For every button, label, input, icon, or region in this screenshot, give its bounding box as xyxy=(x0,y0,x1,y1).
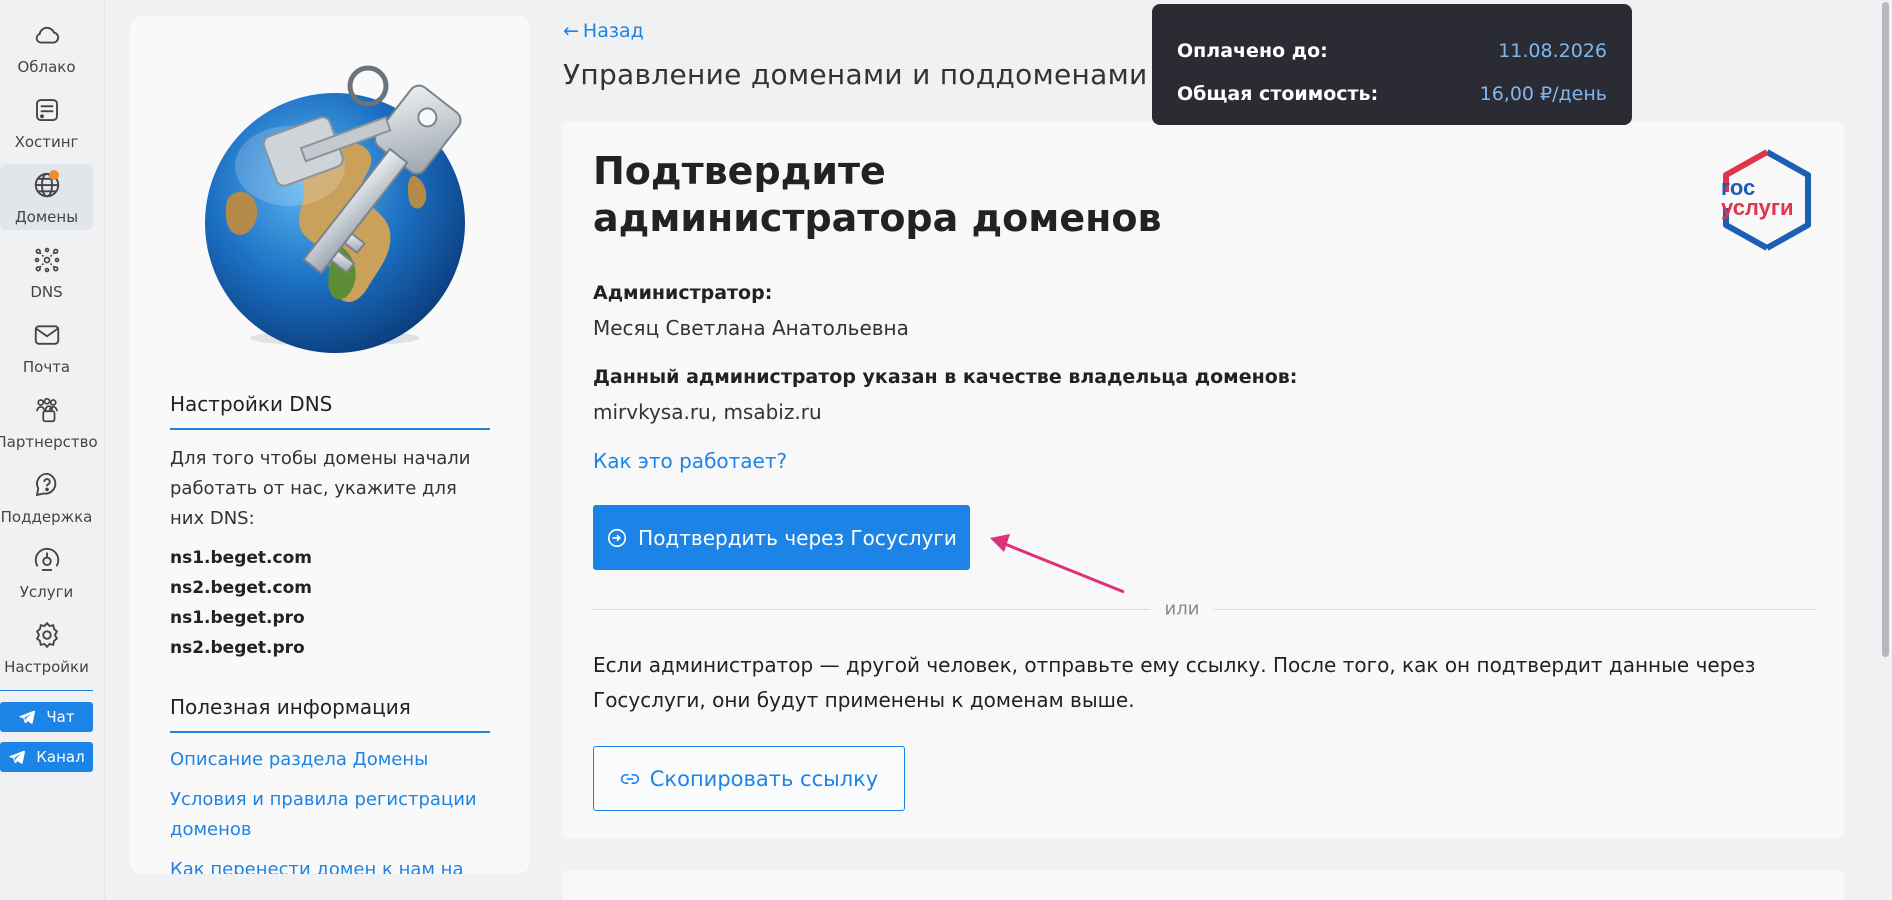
admin-name: Месяц Светлана Анатольевна xyxy=(593,316,909,340)
nav-item-dns[interactable]: DNS xyxy=(0,239,93,305)
nav-item-mail[interactable]: Почта xyxy=(0,314,93,380)
scrollbar-thumb[interactable] xyxy=(1882,2,1889,657)
admin-label: Администратор: xyxy=(593,282,773,304)
paid-until-label: Оплачено до: xyxy=(1177,40,1328,62)
nav-item-cloud[interactable]: Облако xyxy=(0,14,93,80)
pointer-arrow xyxy=(990,534,1125,594)
nav-item-domains[interactable]: Домены xyxy=(0,164,93,230)
channel-button[interactable]: Канал xyxy=(0,742,93,772)
send-link-paragraph: Если администратор — другой человек, отп… xyxy=(593,653,1756,712)
total-cost-label: Общая стоимость: xyxy=(1177,83,1379,105)
telegram-icon xyxy=(9,750,26,764)
channel-label: Канал xyxy=(36,748,85,766)
card-title: Подтвердите администратора доменов xyxy=(593,148,1162,242)
server-icon xyxy=(35,99,58,121)
ns-record: ns2.beget.com xyxy=(170,578,312,598)
network-icon xyxy=(34,247,59,273)
arrow-left-icon: ← xyxy=(563,20,579,42)
paid-until-row: Оплачено до: 11.08.2026 xyxy=(1177,30,1607,73)
chat-button[interactable]: Чат xyxy=(0,702,93,732)
total-cost-row: Общая стоимость: 16,00 ₽/день xyxy=(1177,73,1607,116)
ns-record: ns2.beget.pro xyxy=(170,638,305,658)
next-card xyxy=(562,870,1844,900)
page-title: Управление доменами и поддоменами xyxy=(563,58,1148,91)
dns-settings-text: Для того чтобы домены начали работать от… xyxy=(170,448,471,529)
nav-item-hosting[interactable]: Хостинг xyxy=(0,89,93,155)
nav-label: DNS xyxy=(30,283,63,301)
mail-icon xyxy=(34,325,59,345)
total-cost-value: 16,00 ₽/день xyxy=(1479,83,1607,105)
nav-divider xyxy=(0,690,93,691)
nav-label: Услуги xyxy=(19,583,74,601)
info-link-transfer-domain[interactable]: Как перенести домен к нам на xyxy=(170,855,490,874)
paid-until-value: 11.08.2026 xyxy=(1498,40,1607,62)
or-divider-left xyxy=(593,609,1168,610)
telegram-icon xyxy=(19,710,36,724)
notification-dot xyxy=(49,170,59,180)
confirm-gosuslugi-button[interactable]: Подтвердить через Госуслуги xyxy=(593,505,970,570)
main-nav: Облако Хостинг Домены DNS Почта Партнерс… xyxy=(0,0,105,900)
ns-record: ns1.beget.pro xyxy=(170,608,305,628)
domains-list: mirvkysa.ru, msabiz.ru xyxy=(593,400,822,424)
confirm-gosuslugi-label: Подтвердить через Госуслуги xyxy=(638,525,957,550)
copy-link-label: Скопировать ссылку xyxy=(649,766,879,791)
partners-icon xyxy=(35,397,58,423)
link-icon xyxy=(620,773,639,784)
info-link-domains-section[interactable]: Описание раздела Домены xyxy=(170,745,490,775)
cloud-icon xyxy=(35,26,59,44)
card-title-line1: Подтвердите xyxy=(593,149,886,193)
nav-label: Почта xyxy=(22,358,71,376)
back-label: Назад xyxy=(582,20,644,42)
nav-label: Домены xyxy=(14,208,79,226)
globe-with-keys-illustration xyxy=(190,46,480,356)
ns-record: ns1.beget.com xyxy=(170,548,312,568)
confirm-admin-card: Подтвердите администратора доменов гос у… xyxy=(562,121,1844,839)
nav-label: Партнерство xyxy=(0,433,98,451)
nav-item-settings[interactable]: Настройки xyxy=(0,614,93,680)
nav-label: Облако xyxy=(17,58,76,76)
billing-tooltip: Оплачено до: 11.08.2026 Общая стоимость:… xyxy=(1152,4,1632,125)
nav-label: Поддержка xyxy=(0,508,93,526)
useful-info-heading: Полезная информация xyxy=(170,695,490,733)
support-icon xyxy=(35,472,56,497)
info-link-registration-rules[interactable]: Условия и правила регистрации доменов xyxy=(170,785,490,845)
back-link[interactable]: ← Назад xyxy=(563,20,644,42)
how-it-works-link[interactable]: Как это работает? xyxy=(593,449,787,473)
copy-link-button[interactable]: Скопировать ссылку xyxy=(593,746,905,811)
or-divider-right xyxy=(1196,609,1817,610)
dns-settings-heading: Настройки DNS xyxy=(170,392,490,430)
chat-label: Чат xyxy=(46,708,75,726)
owner-label: Данный администратор указан в качестве в… xyxy=(593,366,1298,388)
nav-label: Настройки xyxy=(4,658,89,676)
nav-item-services[interactable]: Услуги xyxy=(0,539,93,605)
logo-text-bottom: услуги xyxy=(1721,195,1794,220)
gosuslugi-logo: гос услуги xyxy=(1721,149,1811,251)
services-icon xyxy=(34,547,59,571)
gear-icon xyxy=(35,621,58,649)
info-sidebar: Настройки DNS Для того чтобы домены нача… xyxy=(130,16,530,874)
nav-item-support[interactable]: Поддержка xyxy=(0,464,93,530)
or-label: или xyxy=(1150,598,1214,620)
nav-item-partners[interactable]: Партнерство xyxy=(0,389,98,455)
login-icon xyxy=(608,528,627,547)
page-scrollbar[interactable] xyxy=(1879,0,1892,900)
card-title-line2: администратора доменов xyxy=(593,196,1162,240)
nav-label: Хостинг xyxy=(14,133,79,151)
